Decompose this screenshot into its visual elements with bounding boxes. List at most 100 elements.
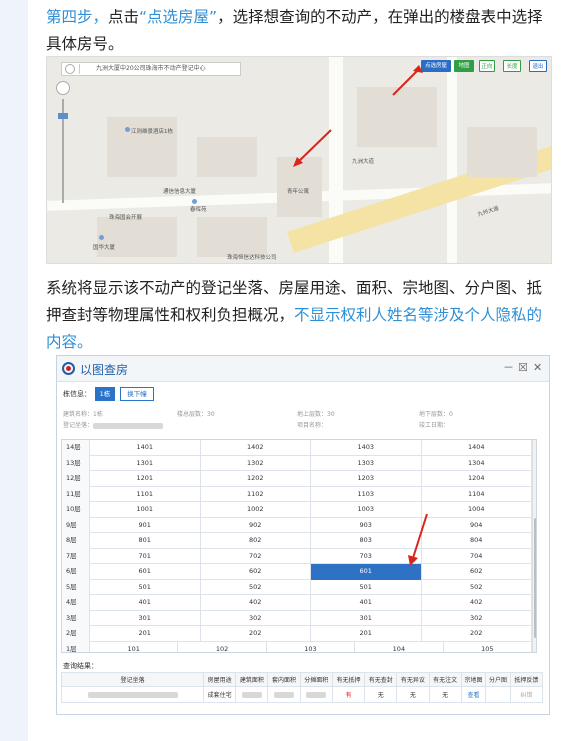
- unit-cell[interactable]: 502: [422, 579, 532, 595]
- unit-cell[interactable]: 601: [90, 564, 201, 580]
- floor-label: 1层: [62, 641, 90, 652]
- unit-cell[interactable]: 501: [90, 579, 201, 595]
- step4-click-word: 点击: [108, 8, 140, 26]
- unit-cell[interactable]: 101: [90, 641, 179, 652]
- step4-link: “点选房屋”: [139, 8, 218, 26]
- address-label: 登记坐落：: [63, 422, 94, 429]
- unit-cell[interactable]: 602: [201, 564, 311, 580]
- floor-label: 14层: [62, 440, 90, 456]
- unit-cell[interactable]: 702: [201, 548, 311, 564]
- unit-cell[interactable]: 1002: [201, 502, 311, 518]
- floor-row: 3层 301 302 301 302: [62, 610, 536, 626]
- unit-cell[interactable]: 701: [90, 548, 201, 564]
- unit-cell[interactable]: 1301: [90, 455, 201, 471]
- grid-red-arrow: [408, 513, 428, 566]
- floor-label: 3层: [62, 610, 90, 626]
- unit-cell[interactable]: 202: [201, 626, 311, 642]
- unit-cell[interactable]: 402: [201, 595, 311, 611]
- step4-paragraph: 第四步，点击“点选房屋”，选择想查询的不动产，在弹出的楼盘表中选择具体房号。: [46, 4, 551, 58]
- unit-cell[interactable]: 802: [201, 533, 311, 549]
- unit-cell[interactable]: 302: [201, 610, 311, 626]
- floor-label: 2层: [62, 626, 90, 642]
- unit-cell[interactable]: 1302: [201, 455, 311, 471]
- unit-cell[interactable]: 1403: [311, 440, 422, 456]
- unit-cell[interactable]: 105: [444, 641, 532, 652]
- unit-cell[interactable]: 904: [422, 517, 532, 533]
- parcel-map-link[interactable]: 查看: [460, 686, 487, 703]
- unit-cell[interactable]: 804: [422, 533, 532, 549]
- unit-cell[interactable]: 602: [422, 564, 532, 580]
- unit-cell[interactable]: 1304: [422, 455, 532, 471]
- unit-cell[interactable]: 301: [311, 610, 422, 626]
- below-ground-floors: 地下层数：0: [419, 411, 453, 418]
- unit-cell[interactable]: 704: [422, 548, 532, 564]
- unit-cell[interactable]: 201: [311, 626, 422, 642]
- floor-label: 5层: [62, 579, 90, 595]
- floor-row: 7层 701 702 703 704: [62, 548, 536, 564]
- unit-cell[interactable]: 1201: [90, 471, 201, 487]
- table-row: 成套住宅 有 无 无 无 查看 纠错: [61, 686, 544, 703]
- col-mortgage: 有无抵押: [331, 672, 366, 687]
- minimize-icon[interactable]: －: [503, 362, 514, 374]
- unit-cell[interactable]: 901: [90, 517, 201, 533]
- map-screenshot: 九洲大厦中20公司珠海市不动产登记中心 点选房屋 地图 正向 长度 退出 江则维…: [46, 56, 552, 264]
- unit-cell[interactable]: 801: [90, 533, 201, 549]
- unit-cell[interactable]: 202: [422, 626, 532, 642]
- building-1-button[interactable]: 1栋: [95, 387, 115, 401]
- next-building-button[interactable]: 换下幢: [120, 387, 154, 401]
- floor-label: 13层: [62, 455, 90, 471]
- map-query-window: 以图查房 － ☒ ✕ 栋信息： 1栋 换下幢 建筑名称：1栋 楼总层数：30 地…: [56, 355, 550, 715]
- floor-label: 9层: [62, 517, 90, 533]
- completion-date: 竣工日期：: [419, 422, 450, 429]
- floor-row: 9层 901 902 903 904: [62, 517, 536, 533]
- unit-cell[interactable]: 103: [267, 641, 356, 652]
- grid-scrollbar[interactable]: [532, 440, 536, 652]
- floor-row: 2层 201 202 201 202: [62, 626, 536, 642]
- unit-cell[interactable]: 1303: [311, 455, 422, 471]
- unit-cell[interactable]: 1102: [201, 486, 311, 502]
- building-name-info: 建筑名称：1栋: [63, 409, 103, 418]
- floor-row: 8层 801 802 803 804: [62, 533, 536, 549]
- col-shared-area: 分摊面积: [299, 672, 333, 687]
- unit-cell[interactable]: 1004: [422, 502, 532, 518]
- unit-cell[interactable]: 1001: [90, 502, 201, 518]
- unit-cell[interactable]: 1204: [422, 471, 532, 487]
- col-parcel-map: 宗地图: [460, 672, 487, 687]
- unit-cell[interactable]: 402: [422, 595, 532, 611]
- floor-label: 6层: [62, 564, 90, 580]
- floor-row: 4层 401 402 401 402: [62, 595, 536, 611]
- unit-cell[interactable]: 301: [90, 610, 201, 626]
- description-paragraph: 系统将显示该不动产的登记坐落、房屋用途、面积、宗地图、分户图、抵押查封等物理属性…: [46, 275, 551, 356]
- result-unit-map: [485, 686, 511, 703]
- unit-cell[interactable]: 1203: [311, 471, 422, 487]
- unit-cell[interactable]: 1404: [422, 440, 532, 456]
- col-build-area: 建筑面积: [235, 672, 269, 687]
- unit-cell[interactable]: 401: [311, 595, 422, 611]
- unit-cell[interactable]: 104: [355, 641, 444, 652]
- unit-cell[interactable]: 1401: [90, 440, 201, 456]
- feedback-link[interactable]: 纠错: [509, 686, 544, 703]
- unit-cell[interactable]: 102: [178, 641, 267, 652]
- result-build-area: [235, 686, 269, 703]
- unit-cell[interactable]: 401: [90, 595, 201, 611]
- col-feedback: 抵押反馈: [509, 672, 544, 687]
- unit-cell[interactable]: 501: [311, 579, 422, 595]
- scrollbar-thumb[interactable]: [534, 518, 536, 638]
- result-inner-area: [267, 686, 301, 703]
- unit-cell[interactable]: 1202: [201, 471, 311, 487]
- col-objection: 有无异议: [396, 672, 430, 687]
- result-address: [61, 686, 204, 703]
- maximize-icon[interactable]: ☒: [518, 362, 528, 374]
- unit-cell[interactable]: 1101: [90, 486, 201, 502]
- unit-cell[interactable]: 1104: [422, 486, 532, 502]
- unit-cell[interactable]: 201: [90, 626, 201, 642]
- unit-cell[interactable]: 1103: [311, 486, 422, 502]
- unit-cell[interactable]: 902: [201, 517, 311, 533]
- floor-row: 13层 1301 1302 1303 1304: [62, 455, 536, 471]
- unit-cell[interactable]: 1402: [201, 440, 311, 456]
- col-note: 有无注文: [428, 672, 462, 687]
- floor-row: 6层 601 602 601 602: [62, 564, 536, 580]
- unit-cell[interactable]: 302: [422, 610, 532, 626]
- close-icon[interactable]: ✕: [533, 362, 542, 374]
- unit-cell[interactable]: 502: [201, 579, 311, 595]
